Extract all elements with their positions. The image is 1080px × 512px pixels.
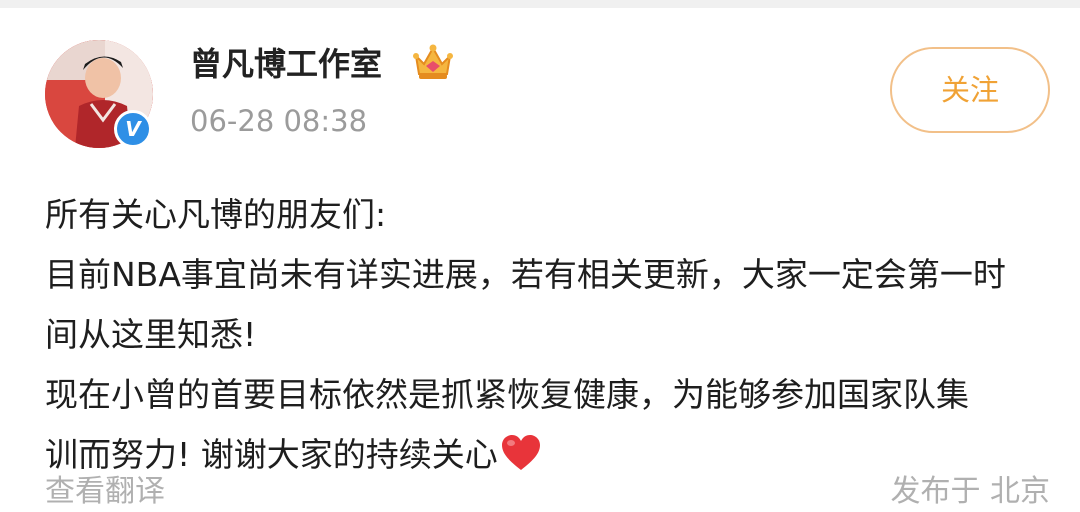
top-divider-bar [0, 0, 1080, 8]
post-text: 所有关心凡博的朋友们: 目前NBA事宜尚未有详实进展，若有相关更新，大家一定会第… [45, 185, 1055, 485]
crown-badge-icon [413, 44, 453, 79]
author-name[interactable]: 曾凡博工作室 [190, 40, 382, 88]
post-line: 所有关心凡博的朋友们: [45, 195, 387, 234]
follow-button[interactable]: 关注 [890, 47, 1050, 133]
view-translation-link[interactable]: 查看翻译 [45, 472, 165, 512]
post-line-text: 训而努力! 谢谢大家的持续关心 [45, 435, 498, 474]
post-line: 现在小曾的首要目标依然是抓紧恢复健康，为能够参加国家队集 [45, 375, 969, 414]
verified-badge-icon: V [114, 110, 152, 148]
post-location: 发布于 北京 [890, 474, 1050, 509]
post-line: 目前NBA事宜尚未有详实进展，若有相关更新，大家一定会第一时 [45, 255, 1006, 294]
post-line: 间从这里知悉! [45, 315, 257, 354]
heart-icon [501, 435, 540, 470]
post-timestamp: 06-28 08:38 [190, 104, 368, 138]
